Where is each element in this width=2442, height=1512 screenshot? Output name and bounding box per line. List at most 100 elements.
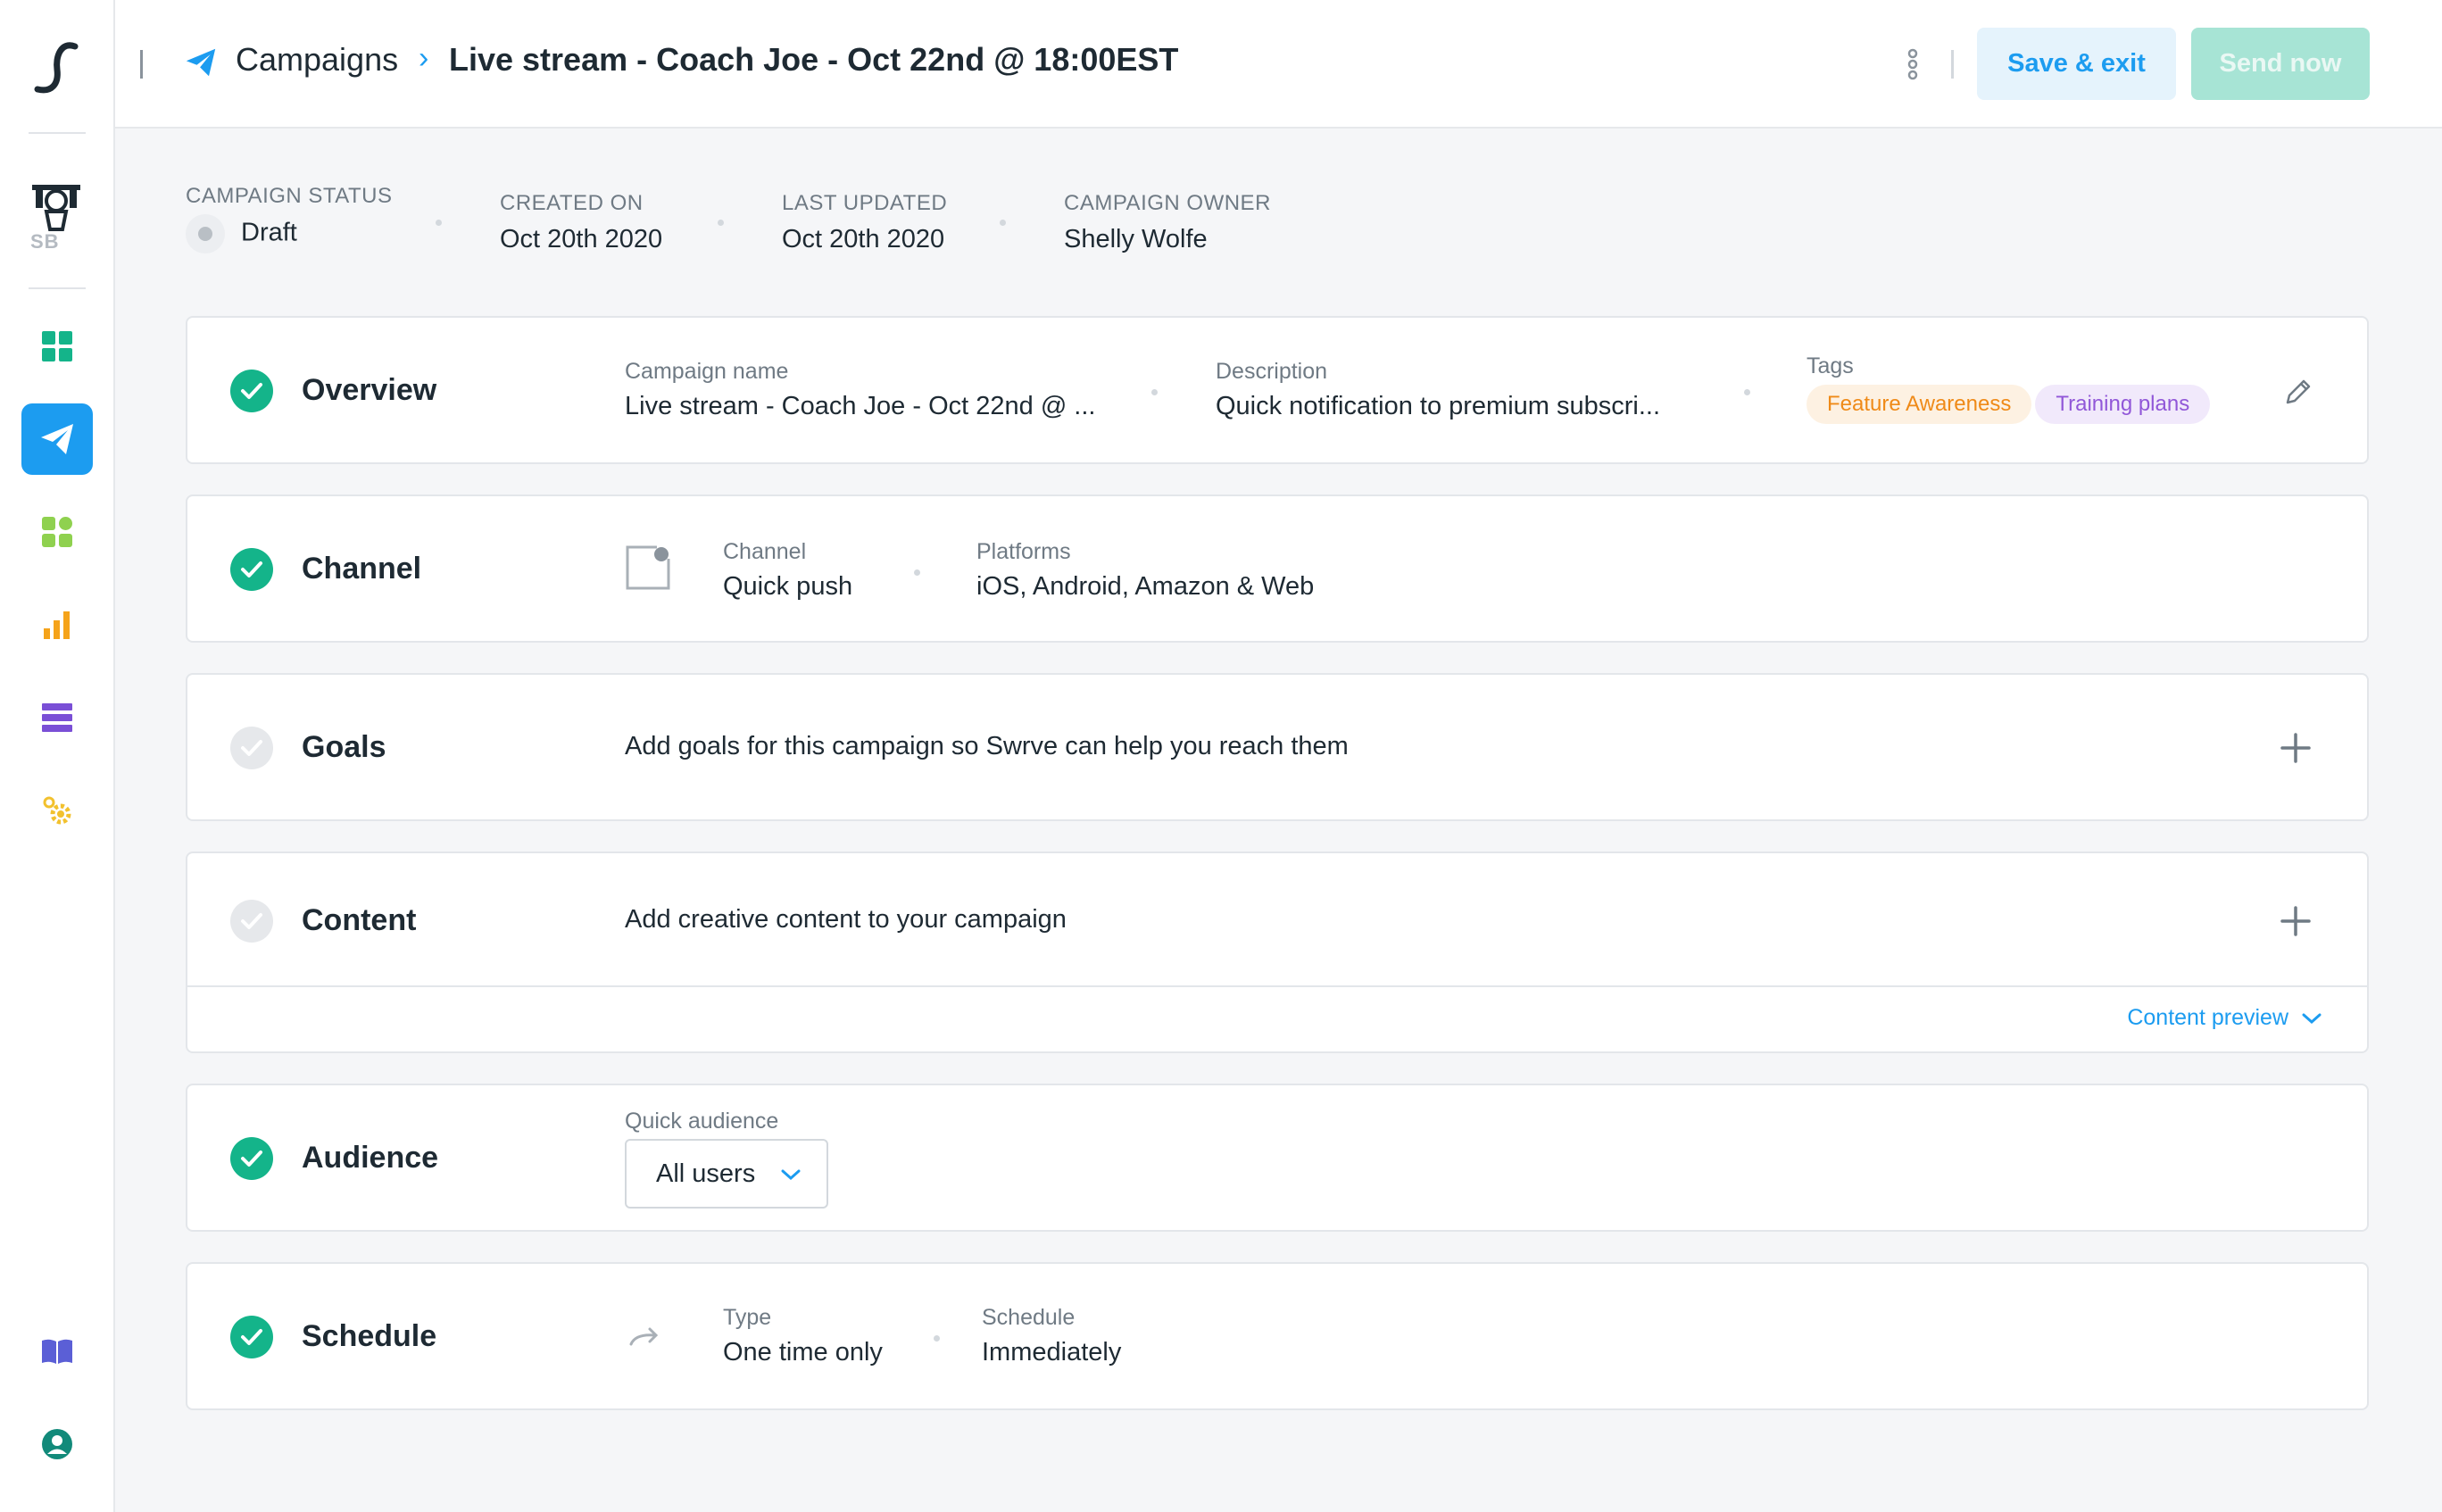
- sidebar-divider: [29, 132, 86, 134]
- description-field: Description Quick notification to premiu…: [1216, 359, 1660, 421]
- header-divider: [1951, 50, 1954, 79]
- sidebar-item-profile[interactable]: [21, 1408, 93, 1480]
- content-preview-label: Content preview: [2127, 1005, 2288, 1030]
- tag-feature-awareness: Feature Awareness: [1807, 385, 2032, 424]
- channel-label: Channel: [723, 539, 807, 564]
- settings-icon: [43, 796, 71, 825]
- app-logo[interactable]: [25, 37, 87, 100]
- check-icon: [230, 1316, 273, 1358]
- content-preview-toggle[interactable]: Content preview: [2127, 1005, 2322, 1031]
- tag-training-plans: Training plans: [2035, 385, 2211, 424]
- user-icon: [42, 1429, 72, 1459]
- data-icon: [42, 703, 72, 732]
- field-separator: [934, 1335, 940, 1342]
- campaign-status: CAMPAIGN STATUS Draft: [186, 184, 393, 253]
- chevron-down-icon: [781, 1169, 801, 1181]
- analytics-icon: [44, 611, 70, 639]
- created-on-value: Oct 20th 2020: [500, 225, 663, 253]
- sidebar-item-docs[interactable]: [21, 1316, 93, 1387]
- sidebar-item-settings[interactable]: [21, 775, 93, 846]
- content-preview-row: Content preview: [187, 985, 2367, 1051]
- save-exit-button[interactable]: Save & exit: [1977, 28, 2176, 100]
- meta-separator: [718, 220, 724, 226]
- sidebar-item-analytics[interactable]: [21, 589, 93, 660]
- schedule-timing-label: Schedule: [982, 1305, 1076, 1330]
- widgets-icon: [42, 517, 72, 547]
- campaign-status-value: Draft: [241, 218, 297, 247]
- created-on-label: CREATED ON: [500, 191, 644, 215]
- check-icon: [230, 727, 273, 769]
- description-value: Quick notification to premium subscri...: [1216, 392, 1661, 420]
- breadcrumb-campaigns[interactable]: Campaigns: [236, 41, 398, 79]
- channel-value: Quick push: [723, 572, 853, 601]
- check-icon: [230, 548, 273, 591]
- page-title: Live stream - Coach Joe - Oct 22nd @ 18:…: [449, 41, 1179, 78]
- sidebar-divider: [29, 287, 86, 289]
- check-icon: [230, 900, 273, 943]
- brand-label: SB: [30, 230, 60, 253]
- schedule-timing-field: Schedule Immediately: [982, 1305, 1121, 1367]
- sidebar-item-data[interactable]: [21, 682, 93, 753]
- campaigns-icon: [41, 424, 73, 454]
- audience-card: Audience Quick audience All users: [186, 1084, 2369, 1232]
- content-card: Content Add creative content to your cam…: [186, 852, 2369, 1053]
- quick-audience-select[interactable]: All users: [625, 1139, 828, 1209]
- dashboard-icon: [42, 331, 72, 361]
- redirect-arrow-icon: [629, 1327, 659, 1346]
- channel-field: Channel Quick push: [723, 539, 852, 602]
- field-separator: [914, 569, 920, 576]
- tags-field: Tags Feature Awareness Training plans: [1807, 353, 2214, 424]
- sidebar-item-widgets[interactable]: [21, 496, 93, 568]
- last-updated: LAST UPDATED Oct 20th 2020: [782, 191, 947, 254]
- goals-prompt: Add goals for this campaign so Swrve can…: [625, 732, 1349, 760]
- channel-card: Channel Channel Quick push Platforms iOS…: [186, 494, 2369, 643]
- overview-title: Overview: [302, 373, 437, 407]
- edit-pencil-icon[interactable]: [2283, 377, 2313, 407]
- chevron-down-icon: [2302, 1013, 2322, 1024]
- platforms-label: Platforms: [976, 539, 1071, 564]
- campaign-name-field: Campaign name Live stream - Coach Joe - …: [625, 359, 1095, 421]
- more-options-icon[interactable]: [1900, 46, 1925, 82]
- sidebar: SB: [0, 0, 115, 1512]
- goals-title: Goals: [302, 730, 386, 764]
- schedule-type-value: One time only: [723, 1338, 883, 1367]
- last-updated-label: LAST UPDATED: [782, 191, 948, 215]
- campaign-status-label: CAMPAIGN STATUS: [186, 184, 393, 208]
- platforms-field: Platforms iOS, Android, Amazon & Web: [976, 539, 1314, 602]
- schedule-type-field: Type One time only: [723, 1305, 883, 1367]
- schedule-type-label: Type: [723, 1305, 772, 1330]
- meta-separator: [436, 220, 442, 226]
- last-updated-value: Oct 20th 2020: [782, 225, 945, 253]
- content-title: Content: [302, 903, 417, 937]
- sidebar-item-dashboard[interactable]: [21, 311, 93, 382]
- send-now-button[interactable]: Send now: [2191, 28, 2370, 100]
- header-divider: [140, 50, 143, 79]
- check-icon: [230, 370, 273, 412]
- add-content-icon[interactable]: [2280, 905, 2312, 937]
- add-goals-icon[interactable]: [2280, 732, 2312, 764]
- schedule-card: Schedule Type One time only Schedule Imm…: [186, 1262, 2369, 1410]
- quick-audience-value: All users: [656, 1159, 756, 1188]
- campaign-owner: CAMPAIGN OWNER Shelly Wolfe: [1064, 191, 1271, 254]
- description-label: Description: [1216, 359, 1328, 384]
- audience-title: Audience: [302, 1141, 439, 1175]
- docs-icon: [42, 1339, 72, 1364]
- breadcrumb-separator: ›: [419, 41, 429, 75]
- field-separator: [1151, 389, 1158, 395]
- field-separator: [1744, 389, 1750, 395]
- schedule-title: Schedule: [302, 1319, 437, 1353]
- channel-title: Channel: [302, 552, 422, 586]
- goals-card[interactable]: Goals Add goals for this campaign so Swr…: [186, 673, 2369, 821]
- campaign-owner-value: Shelly Wolfe: [1064, 225, 1208, 253]
- overview-card: Overview Campaign name Live stream - Coa…: [186, 316, 2369, 464]
- status-dot-icon: [186, 214, 225, 253]
- quick-audience-label: Quick audience: [625, 1109, 779, 1134]
- schedule-timing-value: Immediately: [982, 1338, 1122, 1367]
- meta-separator: [1000, 220, 1006, 226]
- campaign-name-value: Live stream - Coach Joe - Oct 22nd @ ...: [625, 392, 1096, 420]
- top-header: Campaigns › Live stream - Coach Joe - Oc…: [115, 0, 2442, 129]
- check-icon: [230, 1137, 273, 1180]
- sidebar-item-campaigns[interactable]: [21, 403, 93, 475]
- created-on: CREATED ON Oct 20th 2020: [500, 191, 662, 254]
- platforms-value: iOS, Android, Amazon & Web: [976, 572, 1315, 601]
